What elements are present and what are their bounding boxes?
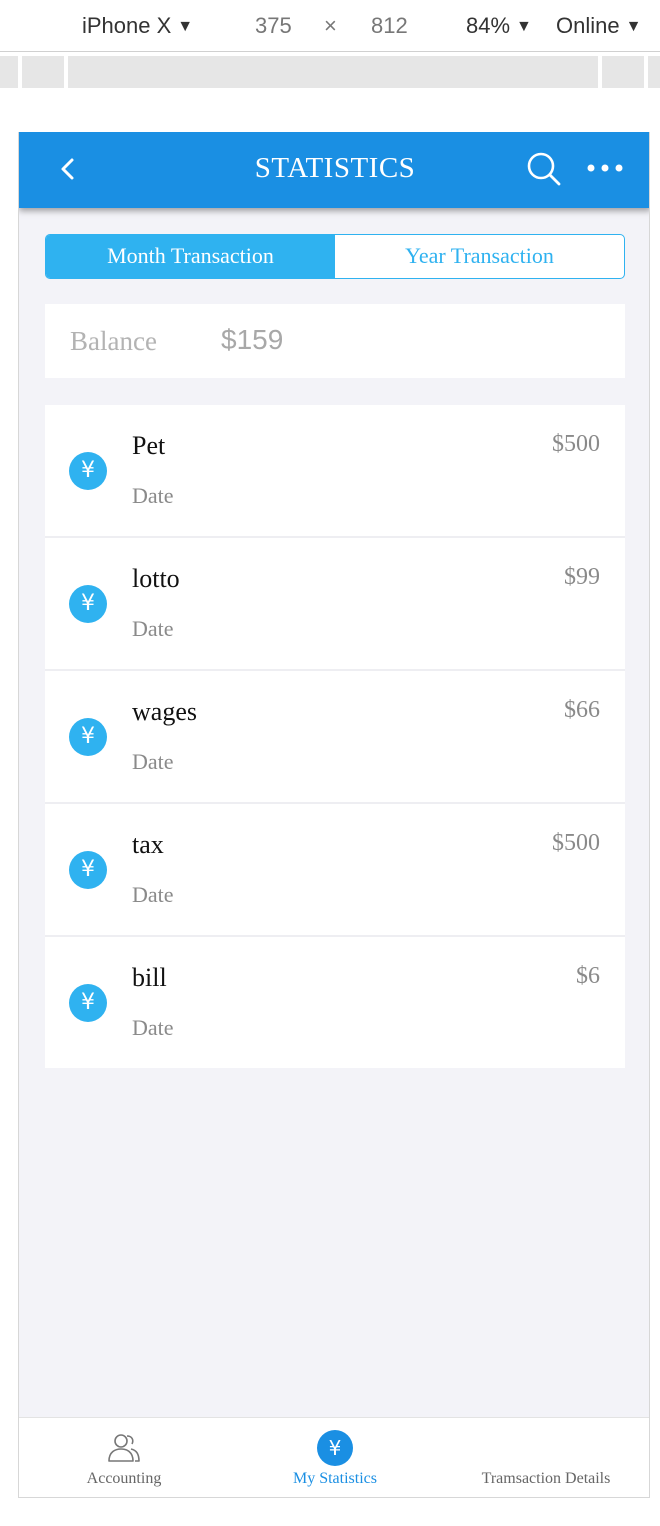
transaction-row[interactable]: ¥ tax Date $500	[45, 804, 625, 937]
zoom-value: 84%	[466, 13, 511, 38]
transaction-name: lotto	[132, 564, 180, 593]
tab-my-statistics-label: My Statistics	[292, 1470, 377, 1487]
yen-icon: ¥	[69, 585, 107, 623]
devtools-device-toolbar: iPhone X ▼ 375 × 812 84% ▼ Online ▼	[0, 0, 660, 52]
yen-icon: ¥	[69, 984, 107, 1022]
yen-icon: ¥	[69, 452, 107, 490]
transaction-amount: $6	[576, 963, 600, 989]
month-transaction-tab[interactable]: Month Transaction	[46, 235, 335, 278]
transaction-row[interactable]: ¥ bill Date $6	[45, 937, 625, 1068]
tab-accounting-label: Accounting	[86, 1470, 162, 1487]
transaction-amount: $99	[564, 564, 600, 590]
phone-viewport: STATISTICS Month Transaction Year Transa…	[18, 132, 650, 1498]
bottom-tab-bar: Accounting ¥ My Statistics Tramsaction D…	[19, 1417, 649, 1497]
dropdown-arrow-icon: ▼	[625, 18, 642, 35]
year-transaction-tab[interactable]: Year Transaction	[335, 235, 624, 278]
transaction-amount: $500	[552, 431, 600, 457]
transaction-amount: $500	[552, 830, 600, 856]
height-field[interactable]: 812	[371, 12, 408, 40]
device-name: iPhone X	[82, 13, 172, 38]
transaction-name: wages	[132, 697, 197, 726]
transaction-name: Pet	[132, 431, 166, 460]
balance-amount: $159	[221, 324, 284, 355]
transaction-amount: $66	[564, 697, 600, 723]
app-header: STATISTICS	[19, 132, 649, 208]
media-query-ruler	[0, 56, 660, 88]
search-icon[interactable]	[525, 150, 563, 188]
dropdown-arrow-icon: ▼	[516, 18, 532, 35]
tab-transaction-details[interactable]: Tramsaction Details	[441, 1418, 649, 1497]
ruler-tick	[598, 56, 602, 88]
transaction-period-toggle: Month Transaction Year Transaction	[45, 234, 625, 279]
yen-icon: ¥	[317, 1430, 353, 1466]
yen-icon: ¥	[69, 718, 107, 756]
ruler-tick	[64, 56, 68, 88]
transaction-date: Date	[132, 483, 174, 508]
network-value: Online	[556, 13, 620, 38]
transaction-date: Date	[132, 749, 174, 774]
ruler-tick	[644, 56, 648, 88]
more-dots-icon[interactable]	[585, 158, 625, 178]
transaction-row[interactable]: ¥ Pet Date $500	[45, 405, 625, 538]
balance-label: Balance	[70, 326, 157, 356]
dropdown-arrow-icon: ▼	[177, 18, 194, 35]
ruler-tick	[18, 56, 22, 88]
tab-transaction-details-label: Tramsaction Details	[481, 1470, 611, 1487]
device-select[interactable]: iPhone X ▼	[82, 12, 193, 41]
transaction-date: Date	[132, 1015, 174, 1040]
transaction-name: tax	[132, 830, 164, 859]
users-icon	[108, 1434, 140, 1462]
times-symbol: ×	[324, 13, 337, 38]
balance-card: Balance $159	[45, 304, 625, 378]
zoom-select[interactable]: 84% ▼	[466, 12, 532, 41]
yen-icon: ¥	[69, 851, 107, 889]
tab-accounting[interactable]: Accounting	[19, 1418, 229, 1497]
transaction-date: Date	[132, 882, 174, 907]
tab-my-statistics[interactable]: ¥ My Statistics	[229, 1418, 441, 1497]
transaction-row[interactable]: ¥ lotto Date $99	[45, 538, 625, 671]
network-select[interactable]: Online ▼	[556, 12, 641, 41]
transaction-list: ¥ Pet Date $500 ¥ lotto Date $99 ¥ wages…	[45, 405, 625, 1068]
transaction-name: bill	[132, 963, 167, 992]
transaction-date: Date	[132, 616, 174, 641]
width-field[interactable]: 375	[255, 12, 292, 40]
transaction-row[interactable]: ¥ wages Date $66	[45, 671, 625, 804]
